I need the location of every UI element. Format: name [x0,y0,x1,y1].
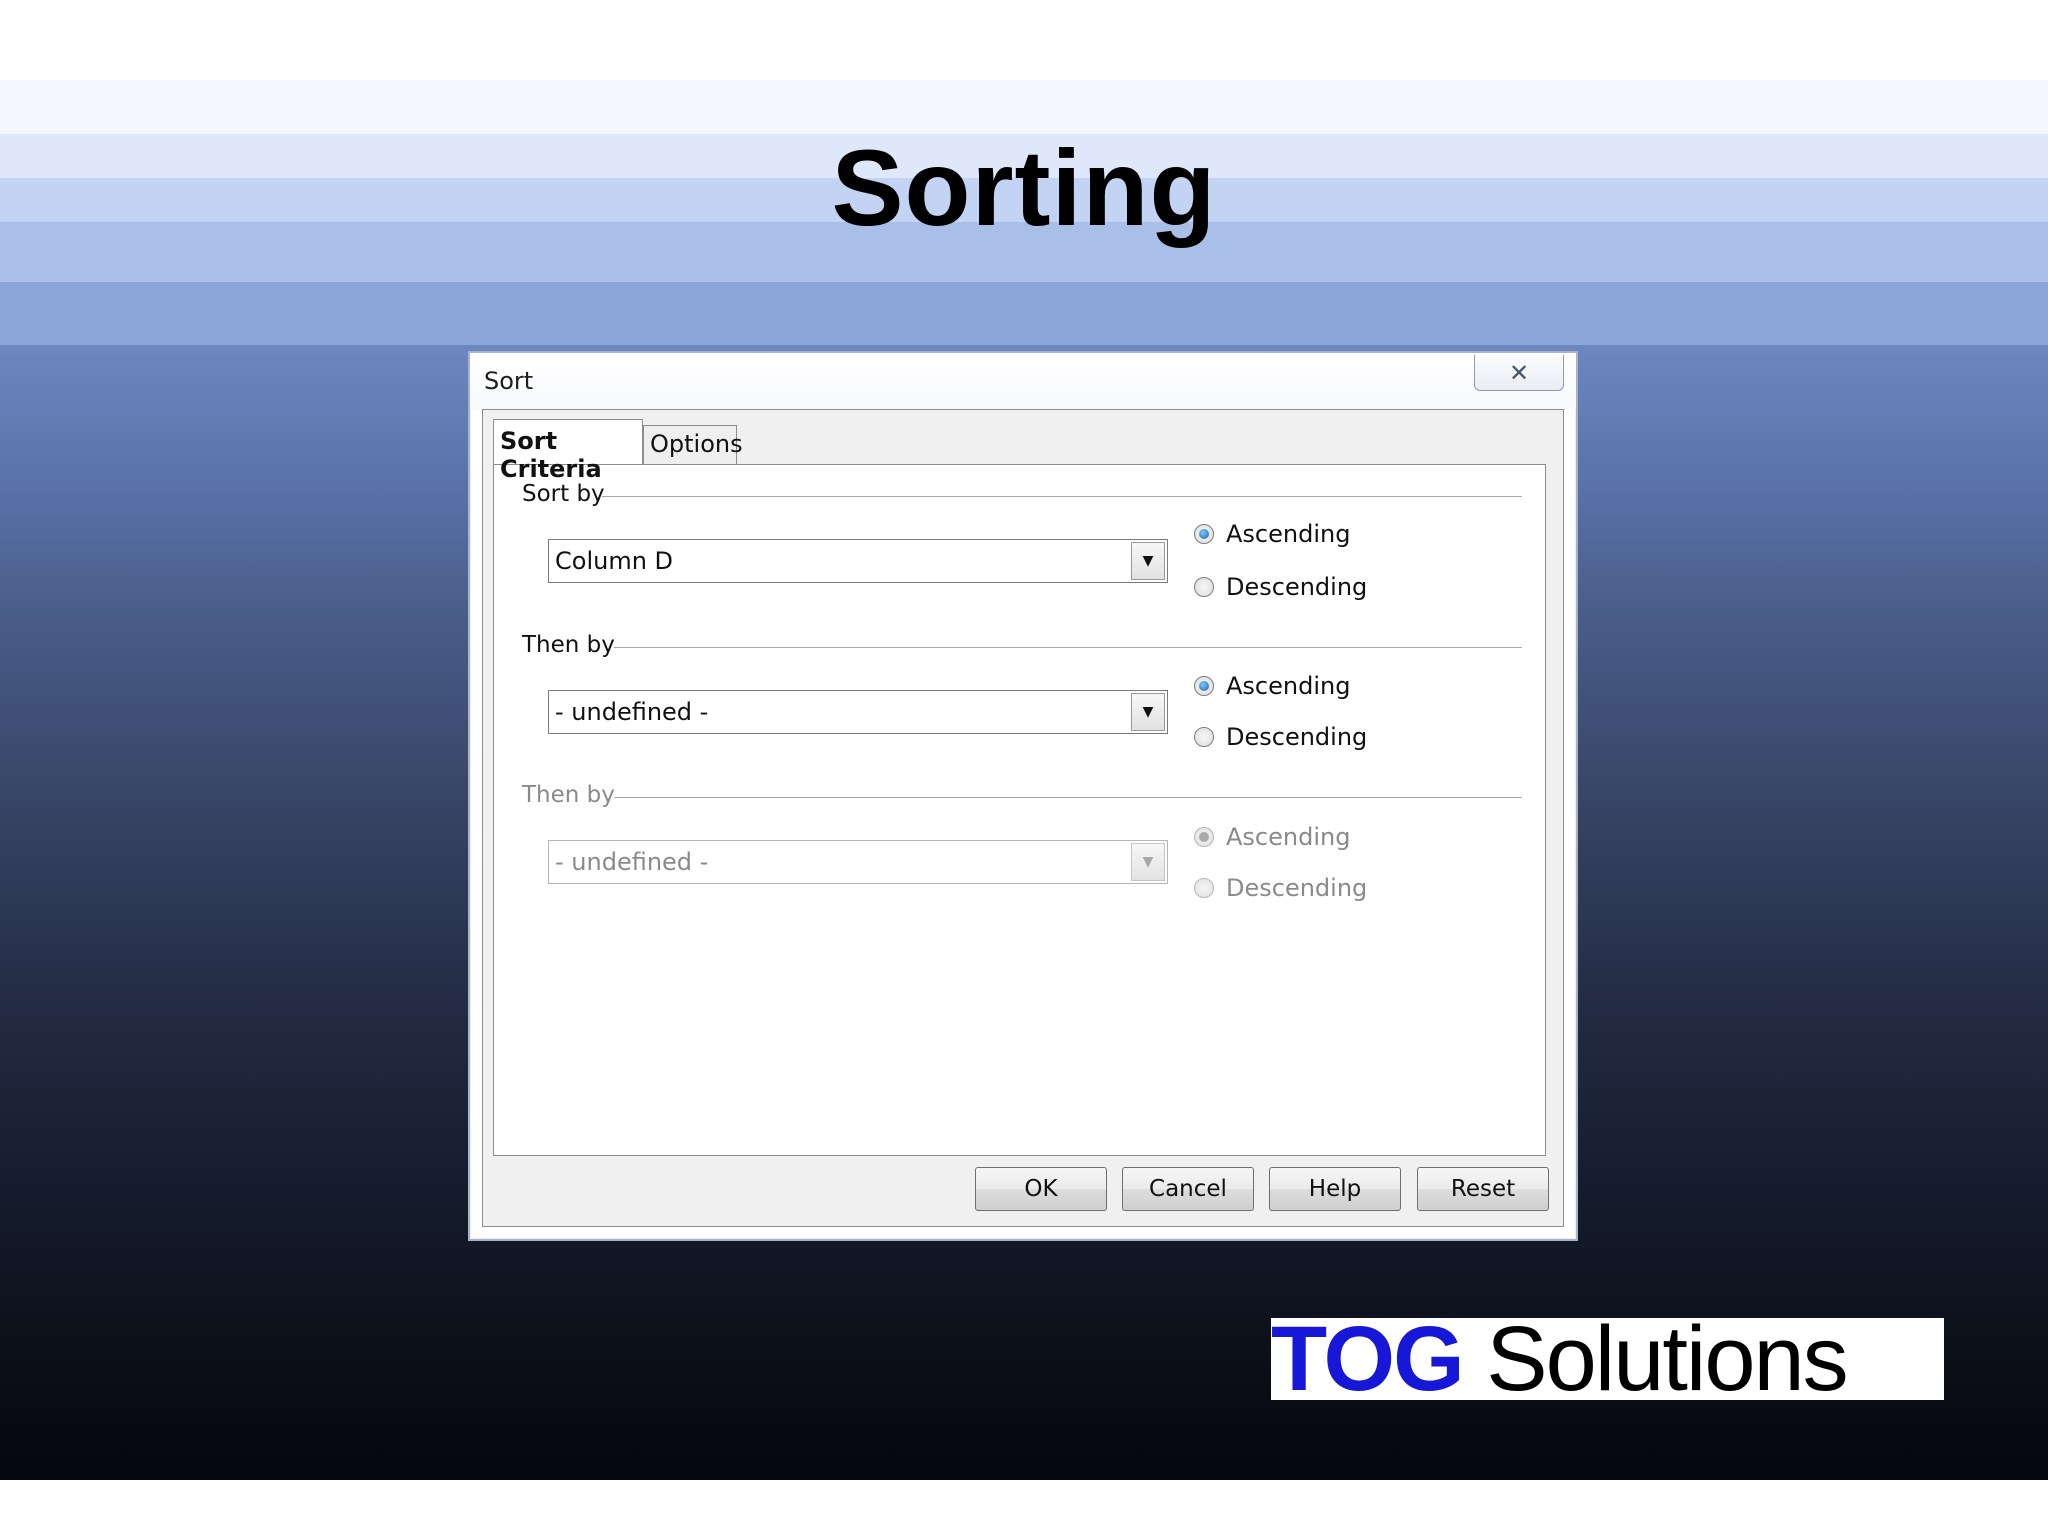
dialog-client-area: Sort Criteria Options Sort by Column D ▼… [482,409,1564,1227]
then-by-1-dropdown-button[interactable]: ▼ [1131,693,1165,731]
then-by-1-separator [614,647,1522,648]
radio-selected-icon [1194,524,1214,544]
reset-button[interactable]: Reset [1417,1167,1549,1211]
then-by-2-ascending-radio[interactable]: Ascending [1194,823,1350,851]
chevron-down-icon: ▼ [1142,854,1154,870]
then-by-1-descending-label: Descending [1226,723,1368,751]
sort-by-separator [602,496,1522,497]
then-by-2-label: Then by [522,782,615,808]
sort-by-descending-radio[interactable]: Descending [1194,573,1367,601]
then-by-1-ascending-radio[interactable]: Ascending [1194,672,1350,700]
close-button[interactable]: ✕ [1474,355,1564,391]
radio-selected-icon [1194,676,1214,696]
then-by-1-key-value: - undefined - [555,698,709,726]
sort-by-label: Sort by [522,481,605,507]
sort-by-key-value: Column D [555,547,674,575]
sort-by-dropdown-button[interactable]: ▼ [1131,542,1165,580]
close-icon: ✕ [1508,358,1530,387]
then-by-2-key-select[interactable]: - undefined - ▼ [548,840,1168,884]
tab-options[interactable]: Options [643,425,743,464]
chevron-down-icon: ▼ [1142,553,1154,569]
radio-unselected-icon [1194,727,1214,747]
sort-by-ascending-label: Ascending [1226,520,1351,548]
sort-criteria-panel: Sort by Column D ▼ Ascending Descending … [493,464,1546,1156]
chevron-down-icon: ▼ [1142,704,1154,720]
then-by-1-label: Then by [522,632,615,658]
then-by-2-dropdown-button[interactable]: ▼ [1131,843,1165,881]
cancel-button[interactable]: Cancel [1122,1167,1254,1211]
dialog-title: Sort [484,367,534,395]
sort-by-descending-label: Descending [1226,573,1368,601]
logo-tog-text: TOG [1271,1318,1465,1400]
then-by-1-ascending-label: Ascending [1226,672,1351,700]
then-by-2-descending-radio[interactable]: Descending [1194,874,1367,902]
help-button[interactable]: Help [1269,1167,1401,1211]
logo-solutions-text: Solutions [1486,1318,1848,1400]
ok-button[interactable]: OK [975,1167,1107,1211]
slide-bottom-strip [0,1480,2048,1535]
then-by-1-descending-radio[interactable]: Descending [1194,723,1367,751]
dialog-titlebar[interactable]: Sort ✕ [470,353,1576,409]
then-by-1-key-select[interactable]: - undefined - ▼ [548,690,1168,734]
radio-unselected-icon [1194,577,1214,597]
then-by-2-separator [614,797,1522,798]
slide-title: Sorting [831,127,1217,248]
then-by-2-key-value: - undefined - [555,848,709,876]
then-by-2-descending-label: Descending [1226,874,1368,902]
radio-unselected-icon [1194,878,1214,898]
tog-solutions-logo: TOG Solutions [1271,1318,1944,1400]
sort-by-key-select[interactable]: Column D ▼ [548,539,1168,583]
tab-sort-criteria[interactable]: Sort Criteria [493,419,643,483]
radio-selected-icon [1194,827,1214,847]
sort-by-ascending-radio[interactable]: Ascending [1194,520,1350,548]
sort-dialog: Sort ✕ Sort Criteria Options Sort by Col… [468,351,1578,1241]
then-by-2-ascending-label: Ascending [1226,823,1351,851]
